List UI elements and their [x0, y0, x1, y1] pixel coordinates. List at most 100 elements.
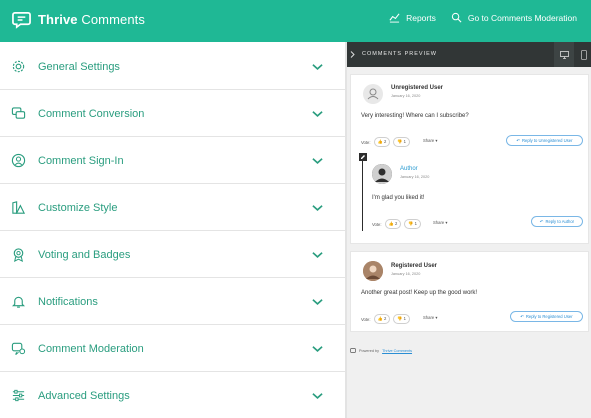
- settings-row-style[interactable]: Customize Style: [0, 185, 345, 231]
- powered-link[interactable]: Thrive Comments: [382, 349, 412, 353]
- settings-label-sign-in: Comment Sign-In: [38, 154, 124, 167]
- chevron-down-icon[interactable]: [312, 63, 323, 71]
- comment-text: I'm glad you liked it!: [372, 195, 425, 201]
- thread-line: [362, 161, 363, 231]
- comment-author: Author: [400, 166, 418, 172]
- vote-controls: Vote: 👍 2 👎 1: [361, 314, 411, 324]
- avatar: [363, 84, 383, 104]
- top-bar: Thrive Comments Reports Go to Comments M…: [0, 0, 591, 42]
- brand: Thrive Comments: [12, 10, 145, 29]
- reply-label: Reply to Registered User: [525, 314, 573, 319]
- downvote-button[interactable]: 👎 1: [404, 219, 422, 229]
- comment-date: January 16, 2020: [391, 94, 421, 98]
- brush-icon: [12, 201, 26, 214]
- powered-prefix: Powered by: [359, 349, 380, 353]
- comment-date: January 16, 2020: [391, 272, 421, 276]
- upvote-button[interactable]: 👍 2: [373, 137, 391, 147]
- bell-icon: [11, 296, 26, 308]
- comment-text: Very interesting! Where can I subscribe?: [361, 113, 469, 119]
- reply-button[interactable]: ↶ Reply to Unregistered User: [506, 135, 583, 146]
- settings-label-style: Customize Style: [38, 201, 118, 214]
- preview-bar: COMMENTS PREVIEW: [347, 42, 591, 67]
- top-actions: Reports Go to Comments Moderation: [389, 12, 577, 23]
- share-dropdown[interactable]: Share ▾: [423, 315, 437, 320]
- moderation-label: Go to Comments Moderation: [467, 12, 577, 23]
- downvote-button[interactable]: 👎 1: [393, 137, 411, 147]
- brand-light: Comments: [81, 12, 145, 27]
- chevron-down-icon[interactable]: [312, 392, 323, 400]
- chat-icon: [11, 107, 26, 119]
- author-photo-icon: [372, 164, 392, 184]
- reports-label: Reports: [406, 12, 436, 23]
- downvote-count: 1: [414, 221, 418, 226]
- reply-icon: ↶: [539, 219, 544, 224]
- comments-preview-panel: COMMENTS PREVIEW Unregistered User Janua…: [347, 42, 591, 418]
- chat-search-icon: [451, 12, 462, 23]
- reports-link[interactable]: Reports: [389, 12, 436, 23]
- settings-label-conversion: Comment Conversion: [38, 107, 145, 120]
- downvote-count: 1: [403, 139, 407, 144]
- chat-moderation-icon: [11, 342, 26, 355]
- chevron-right-icon: [350, 51, 355, 58]
- mobile-view-button[interactable]: [574, 42, 591, 67]
- thrive-mini-logo-icon: [350, 348, 356, 353]
- chevron-down-icon[interactable]: [312, 157, 323, 165]
- share-dropdown[interactable]: Share ▾: [423, 138, 437, 143]
- vote-label: Vote:: [361, 316, 371, 322]
- settings-row-sign-in[interactable]: Comment Sign-In: [0, 138, 345, 184]
- chevron-down-icon[interactable]: [312, 204, 323, 212]
- chevron-down-icon[interactable]: [312, 345, 323, 353]
- comment-author: Registered User: [391, 263, 438, 269]
- user-placeholder-icon: [367, 88, 379, 100]
- reply-label: Reply to Unregistered User: [522, 138, 573, 143]
- gear-icon: [12, 60, 25, 73]
- upvote-button[interactable]: 👍 2: [373, 314, 391, 324]
- settings-label-voting: Voting and Badges: [38, 248, 131, 261]
- settings-row-conversion[interactable]: Comment Conversion: [0, 91, 345, 137]
- reply-button[interactable]: ↶ Reply to Registered User: [510, 311, 583, 322]
- settings-row-moderation[interactable]: Comment Moderation: [0, 326, 345, 372]
- upvote-count: 2: [394, 221, 398, 226]
- brand-bold: Thrive: [38, 12, 78, 27]
- desktop-view-button[interactable]: [554, 42, 574, 67]
- chevron-down-icon[interactable]: [312, 298, 323, 306]
- upvote-button[interactable]: 👍 2: [384, 219, 402, 229]
- settings-label-notifications: Notifications: [38, 295, 98, 308]
- avatar: [363, 261, 383, 281]
- reply-button[interactable]: ↶ Reply to Author: [531, 216, 583, 227]
- chevron-down-icon[interactable]: [312, 251, 323, 259]
- pencil-icon[interactable]: [359, 153, 367, 161]
- settings-label-moderation: Comment Moderation: [38, 342, 144, 355]
- settings-row-general[interactable]: General Settings: [0, 44, 345, 90]
- vote-label: Vote:: [372, 221, 382, 227]
- vote-controls: Vote: 👍 2 👎 1: [372, 219, 422, 229]
- upvote-count: 2: [383, 139, 387, 144]
- user-circle-icon: [11, 153, 26, 168]
- settings-row-notifications[interactable]: Notifications: [0, 279, 345, 325]
- reply-label: Reply to Author: [545, 219, 575, 224]
- settings-row-voting[interactable]: Voting and Badges: [0, 232, 345, 278]
- reply-icon: ↶: [520, 314, 524, 319]
- registered-user-photo-icon: [363, 261, 383, 281]
- downvote-count: 1: [403, 316, 407, 321]
- vote-controls: Vote: 👍 2 👎 1: [361, 137, 411, 147]
- chevron-down-icon[interactable]: [312, 110, 323, 118]
- comment-author: Unregistered User: [391, 85, 444, 91]
- comment-date: January 16, 2020: [400, 175, 430, 179]
- comment-card: Registered User January 16, 2020 Another…: [350, 251, 589, 332]
- thrive-comments-logo-icon: [12, 11, 31, 29]
- badge-icon: [13, 248, 24, 262]
- collapse-preview-button[interactable]: [347, 42, 357, 67]
- vote-label: Vote:: [361, 139, 371, 145]
- settings-panel: General Settings Comment Conversion Comm…: [0, 44, 345, 418]
- comments-moderation-link[interactable]: Go to Comments Moderation: [451, 12, 577, 23]
- chart-line-icon: [389, 13, 400, 23]
- upvote-count: 2: [383, 316, 387, 321]
- mobile-icon: [581, 49, 587, 60]
- comment-text: Another great post! Keep up the good wor…: [361, 290, 478, 296]
- settings-row-advanced[interactable]: Advanced Settings: [0, 373, 345, 418]
- desktop-icon: [559, 50, 569, 59]
- share-dropdown[interactable]: Share ▾: [433, 220, 447, 225]
- downvote-button[interactable]: 👎 1: [393, 314, 411, 324]
- avatar: [372, 164, 392, 184]
